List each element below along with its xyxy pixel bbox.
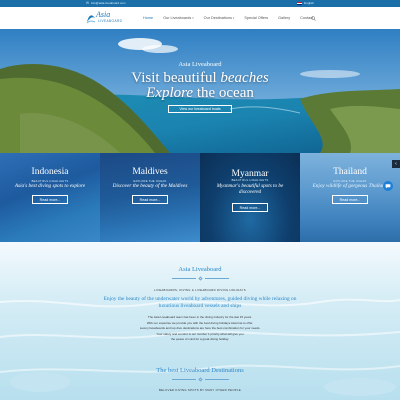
destination-card-indonesia[interactable]: Indonesia BEAUTIFUL HIGHLIGHTS Asia's be… bbox=[0, 153, 100, 242]
hero-subtitle: Asia Liveaboard bbox=[178, 61, 222, 68]
destination-tagline: Myanmar's beautiful spots to be discover… bbox=[216, 183, 284, 195]
read-more-button[interactable]: Read more... bbox=[232, 203, 268, 212]
about-section: Asia Liveaboard LIVEABOARDS, DIVING & LI… bbox=[0, 242, 400, 400]
collapse-arrow-icon[interactable]: ‹ bbox=[392, 160, 400, 168]
about-body: The Asia Liveaboard team has been in the… bbox=[120, 315, 280, 343]
language-label: English bbox=[304, 1, 314, 5]
hero-title-line2: Explore the ocean bbox=[100, 86, 300, 101]
destinations-caps: BELOVED DIVING SPOTS BY MANY OTHER PEOPL… bbox=[159, 388, 241, 392]
destination-tagline: Enjoy wildlife of gorgeous Thailand bbox=[312, 183, 388, 189]
chevron-down-icon: ▾ bbox=[192, 16, 194, 20]
destination-card-myanmar[interactable]: Myanmar BEAUTIFUL HIGHLIGHTS Myanmar's b… bbox=[200, 153, 300, 242]
about-caps: LIVEABOARDS, DIVING & LIVEABOARD DIVING … bbox=[154, 288, 246, 292]
chevron-down-icon: ▾ bbox=[232, 16, 235, 20]
read-more-button[interactable]: Read more... bbox=[132, 195, 168, 204]
chat-icon bbox=[385, 184, 391, 189]
destination-name: Indonesia bbox=[31, 167, 69, 177]
nav-label: Our Destinations bbox=[203, 16, 232, 20]
divider-line bbox=[171, 379, 196, 380]
main-navbar: Asia LIVEABOARD Home Our Liveaboards ▾ Ou… bbox=[0, 7, 400, 29]
card-background bbox=[200, 153, 300, 242]
nav-special-offers[interactable]: Special Offers bbox=[244, 16, 268, 20]
divider bbox=[0, 276, 400, 281]
top-bar: ✉ info@asia-liveaboard.com English bbox=[0, 0, 400, 7]
flag-icon bbox=[297, 1, 303, 5]
hero-title-text: the ocean bbox=[193, 85, 254, 101]
about-body-line: the peace of mind for a great diving hol… bbox=[171, 337, 229, 341]
nav-label: Our Liveaboards bbox=[163, 16, 192, 20]
contact-email[interactable]: ✉ info@asia-liveaboard.com bbox=[86, 1, 126, 5]
chat-button[interactable] bbox=[383, 181, 393, 191]
logo-text-sub: LIVEABOARD bbox=[98, 19, 123, 23]
divider-line bbox=[171, 278, 196, 279]
diamond-icon bbox=[197, 276, 203, 281]
about-body-line: Luxury liveaboards and top dive destinat… bbox=[139, 326, 261, 330]
divider-line bbox=[204, 278, 229, 279]
nav-label: Special Offers bbox=[244, 16, 269, 20]
destinations-row: Indonesia BEAUTIFUL HIGHLIGHTS Asia's be… bbox=[0, 153, 400, 242]
diamond-icon bbox=[197, 377, 203, 382]
language-switcher[interactable]: English bbox=[297, 1, 314, 5]
destination-tagline: Asia's best diving spots to explore bbox=[14, 183, 86, 189]
destinations-title: The best Liveaboard Destinations bbox=[156, 367, 244, 374]
read-more-button[interactable]: Read more... bbox=[32, 195, 68, 204]
hero-title-text: Visit beautiful bbox=[131, 70, 221, 86]
nav-label: Gallery bbox=[278, 16, 291, 20]
divider-line bbox=[204, 379, 229, 380]
nav-home[interactable]: Home bbox=[143, 16, 153, 20]
destination-subtitle: BEAUTIFUL HIGHLIGHTS bbox=[231, 179, 269, 182]
nav-our-liveaboards[interactable]: Our Liveaboards ▾ bbox=[163, 16, 193, 20]
hero-title-italic: beaches bbox=[220, 70, 269, 86]
destination-tagline: Discover the beauty of the Maldives bbox=[112, 183, 188, 189]
hero-title-line1: Visit beautiful beaches bbox=[100, 71, 300, 86]
view-liveaboards-button[interactable]: View our liveaboard boats bbox=[168, 105, 232, 113]
wave-logo-icon bbox=[86, 15, 96, 24]
hero-title-italic: Explore bbox=[146, 85, 194, 101]
nav-our-destinations[interactable]: Our Destinations ▾ bbox=[204, 16, 235, 20]
logo-text-main: Asia bbox=[96, 10, 111, 19]
destination-name: Maldives bbox=[132, 167, 168, 177]
divider bbox=[0, 377, 400, 382]
destination-name: Myanmar bbox=[231, 169, 269, 179]
nav-gallery[interactable]: Gallery bbox=[278, 16, 290, 20]
nav-label: Home bbox=[143, 16, 154, 20]
mail-icon: ✉ bbox=[86, 1, 89, 5]
email-text: info@asia-liveaboard.com bbox=[90, 1, 126, 5]
search-icon[interactable] bbox=[311, 16, 316, 21]
hero-banner: Asia Liveaboard Visit beautiful beaches … bbox=[0, 29, 400, 153]
destination-name: Thailand bbox=[333, 167, 367, 177]
about-lead: Enjoy the beauty of the underwater world… bbox=[103, 296, 297, 309]
main-menu: Home Our Liveaboards ▾ Our Destinations ▾ … bbox=[143, 16, 323, 20]
destination-card-thailand[interactable]: Thailand EXPLORE THE OCEAN Enjoy wildlif… bbox=[300, 153, 400, 242]
site-logo[interactable]: Asia LIVEABOARD bbox=[86, 10, 142, 26]
read-more-button[interactable]: Read more... bbox=[332, 195, 368, 204]
about-title: Asia Liveaboard bbox=[178, 266, 222, 273]
destination-card-maldives[interactable]: Maldives EXPLORE THE OCEAN Discover the … bbox=[100, 153, 200, 242]
